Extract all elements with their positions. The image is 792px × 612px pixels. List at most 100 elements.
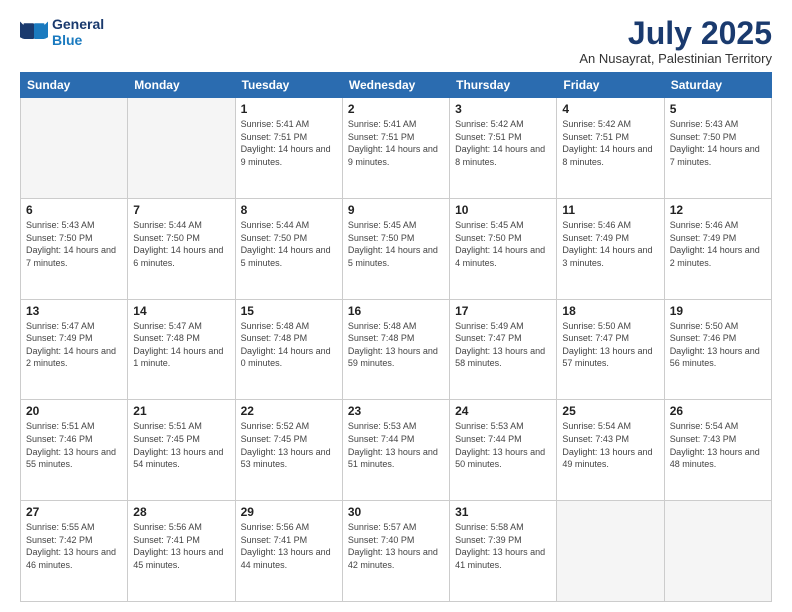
day-number: 3 <box>455 102 551 116</box>
day-number: 13 <box>26 304 122 318</box>
day-info: Sunrise: 5:41 AM Sunset: 7:51 PM Dayligh… <box>241 118 337 168</box>
day-number: 1 <box>241 102 337 116</box>
day-number: 7 <box>133 203 229 217</box>
logo-text-blue: Blue <box>52 32 104 48</box>
header-right: July 2025 An Nusayrat, Palestinian Terri… <box>579 16 772 66</box>
calendar-cell: 31 Sunrise: 5:58 AM Sunset: 7:39 PM Dayli… <box>450 501 557 602</box>
day-number: 8 <box>241 203 337 217</box>
calendar-cell <box>128 98 235 199</box>
calendar-cell: 18 Sunrise: 5:50 AM Sunset: 7:47 PM Dayli… <box>557 299 664 400</box>
calendar-day-header: Monday <box>128 73 235 98</box>
day-info: Sunrise: 5:46 AM Sunset: 7:49 PM Dayligh… <box>670 219 766 269</box>
day-number: 25 <box>562 404 658 418</box>
page: General Blue July 2025 An Nusayrat, Pale… <box>0 0 792 612</box>
day-number: 9 <box>348 203 444 217</box>
day-number: 29 <box>241 505 337 519</box>
calendar-cell: 11Sunrise: 5:46 AM Sunset: 7:49 PM Dayli… <box>557 198 664 299</box>
day-number: 19 <box>670 304 766 318</box>
calendar-cell: 7 Sunrise: 5:44 AM Sunset: 7:50 PM Daylig… <box>128 198 235 299</box>
calendar-cell: 10 Sunrise: 5:45 AM Sunset: 7:50 PM Dayli… <box>450 198 557 299</box>
header: General Blue July 2025 An Nusayrat, Pale… <box>20 16 772 66</box>
day-info: Sunrise: 5:42 AM Sunset: 7:51 PM Dayligh… <box>562 118 658 168</box>
calendar-cell: 9 Sunrise: 5:45 AM Sunset: 7:50 PM Daylig… <box>342 198 449 299</box>
calendar-week-row: 6 Sunrise: 5:43 AM Sunset: 7:50 PM Daylig… <box>21 198 772 299</box>
calendar-week-row: 13Sunrise: 5:47 AM Sunset: 7:49 PM Dayli… <box>21 299 772 400</box>
day-number: 23 <box>348 404 444 418</box>
day-number: 18 <box>562 304 658 318</box>
day-number: 4 <box>562 102 658 116</box>
calendar-cell: 29 Sunrise: 5:56 AM Sunset: 7:41 PM Dayli… <box>235 501 342 602</box>
day-number: 21 <box>133 404 229 418</box>
day-number: 17 <box>455 304 551 318</box>
calendar-cell: 15 Sunrise: 5:48 AM Sunset: 7:48 PM Dayli… <box>235 299 342 400</box>
day-info: Sunrise: 5:47 AM Sunset: 7:48 PM Dayligh… <box>133 320 229 370</box>
day-info: Sunrise: 5:58 AM Sunset: 7:39 PM Dayligh… <box>455 521 551 571</box>
calendar-day-header: Sunday <box>21 73 128 98</box>
page-title: July 2025 <box>579 16 772 51</box>
calendar-cell: 1 Sunrise: 5:41 AM Sunset: 7:51 PM Daylig… <box>235 98 342 199</box>
calendar-day-header: Saturday <box>664 73 771 98</box>
day-info: Sunrise: 5:43 AM Sunset: 7:50 PM Dayligh… <box>26 219 122 269</box>
calendar-week-row: 20 Sunrise: 5:51 AM Sunset: 7:46 PM Dayli… <box>21 400 772 501</box>
day-info: Sunrise: 5:55 AM Sunset: 7:42 PM Dayligh… <box>26 521 122 571</box>
calendar-cell: 16Sunrise: 5:48 AM Sunset: 7:48 PM Dayli… <box>342 299 449 400</box>
calendar-cell: 4 Sunrise: 5:42 AM Sunset: 7:51 PM Daylig… <box>557 98 664 199</box>
calendar-cell: 13Sunrise: 5:47 AM Sunset: 7:49 PM Dayli… <box>21 299 128 400</box>
calendar-cell: 27Sunrise: 5:55 AM Sunset: 7:42 PM Dayli… <box>21 501 128 602</box>
logo: General Blue <box>20 16 104 48</box>
day-number: 10 <box>455 203 551 217</box>
calendar-day-header: Tuesday <box>235 73 342 98</box>
calendar-cell <box>557 501 664 602</box>
day-info: Sunrise: 5:53 AM Sunset: 7:44 PM Dayligh… <box>455 420 551 470</box>
day-info: Sunrise: 5:43 AM Sunset: 7:50 PM Dayligh… <box>670 118 766 168</box>
logo-text-general: General <box>52 16 104 32</box>
day-number: 24 <box>455 404 551 418</box>
day-info: Sunrise: 5:48 AM Sunset: 7:48 PM Dayligh… <box>241 320 337 370</box>
day-info: Sunrise: 5:44 AM Sunset: 7:50 PM Dayligh… <box>133 219 229 269</box>
day-number: 12 <box>670 203 766 217</box>
day-number: 26 <box>670 404 766 418</box>
day-number: 31 <box>455 505 551 519</box>
calendar-cell: 24 Sunrise: 5:53 AM Sunset: 7:44 PM Dayli… <box>450 400 557 501</box>
calendar-cell: 5 Sunrise: 5:43 AM Sunset: 7:50 PM Daylig… <box>664 98 771 199</box>
day-info: Sunrise: 5:49 AM Sunset: 7:47 PM Dayligh… <box>455 320 551 370</box>
day-number: 15 <box>241 304 337 318</box>
day-info: Sunrise: 5:52 AM Sunset: 7:45 PM Dayligh… <box>241 420 337 470</box>
day-info: Sunrise: 5:44 AM Sunset: 7:50 PM Dayligh… <box>241 219 337 269</box>
day-info: Sunrise: 5:56 AM Sunset: 7:41 PM Dayligh… <box>133 521 229 571</box>
day-info: Sunrise: 5:42 AM Sunset: 7:51 PM Dayligh… <box>455 118 551 168</box>
day-info: Sunrise: 5:51 AM Sunset: 7:46 PM Dayligh… <box>26 420 122 470</box>
calendar-cell: 21Sunrise: 5:51 AM Sunset: 7:45 PM Dayli… <box>128 400 235 501</box>
day-info: Sunrise: 5:50 AM Sunset: 7:47 PM Dayligh… <box>562 320 658 370</box>
calendar-cell: 6 Sunrise: 5:43 AM Sunset: 7:50 PM Daylig… <box>21 198 128 299</box>
day-number: 2 <box>348 102 444 116</box>
day-info: Sunrise: 5:48 AM Sunset: 7:48 PM Dayligh… <box>348 320 444 370</box>
calendar-day-header: Thursday <box>450 73 557 98</box>
day-info: Sunrise: 5:45 AM Sunset: 7:50 PM Dayligh… <box>348 219 444 269</box>
calendar-cell: 17 Sunrise: 5:49 AM Sunset: 7:47 PM Dayli… <box>450 299 557 400</box>
day-number: 20 <box>26 404 122 418</box>
day-number: 28 <box>133 505 229 519</box>
day-number: 14 <box>133 304 229 318</box>
day-info: Sunrise: 5:54 AM Sunset: 7:43 PM Dayligh… <box>562 420 658 470</box>
day-info: Sunrise: 5:53 AM Sunset: 7:44 PM Dayligh… <box>348 420 444 470</box>
calendar-table: SundayMondayTuesdayWednesdayThursdayFrid… <box>20 72 772 602</box>
day-number: 5 <box>670 102 766 116</box>
calendar-cell: 22 Sunrise: 5:52 AM Sunset: 7:45 PM Dayli… <box>235 400 342 501</box>
calendar-cell: 8 Sunrise: 5:44 AM Sunset: 7:50 PM Daylig… <box>235 198 342 299</box>
day-info: Sunrise: 5:41 AM Sunset: 7:51 PM Dayligh… <box>348 118 444 168</box>
calendar-cell: 26 Sunrise: 5:54 AM Sunset: 7:43 PM Dayli… <box>664 400 771 501</box>
calendar-cell: 3 Sunrise: 5:42 AM Sunset: 7:51 PM Daylig… <box>450 98 557 199</box>
day-info: Sunrise: 5:45 AM Sunset: 7:50 PM Dayligh… <box>455 219 551 269</box>
day-info: Sunrise: 5:56 AM Sunset: 7:41 PM Dayligh… <box>241 521 337 571</box>
day-info: Sunrise: 5:54 AM Sunset: 7:43 PM Dayligh… <box>670 420 766 470</box>
calendar-week-row: 27Sunrise: 5:55 AM Sunset: 7:42 PM Dayli… <box>21 501 772 602</box>
day-info: Sunrise: 5:50 AM Sunset: 7:46 PM Dayligh… <box>670 320 766 370</box>
calendar-cell: 30Sunrise: 5:57 AM Sunset: 7:40 PM Dayli… <box>342 501 449 602</box>
calendar-cell: 19 Sunrise: 5:50 AM Sunset: 7:46 PM Dayli… <box>664 299 771 400</box>
day-number: 11 <box>562 203 658 217</box>
day-number: 6 <box>26 203 122 217</box>
calendar-header-row: SundayMondayTuesdayWednesdayThursdayFrid… <box>21 73 772 98</box>
calendar-cell: 23 Sunrise: 5:53 AM Sunset: 7:44 PM Dayli… <box>342 400 449 501</box>
day-number: 22 <box>241 404 337 418</box>
